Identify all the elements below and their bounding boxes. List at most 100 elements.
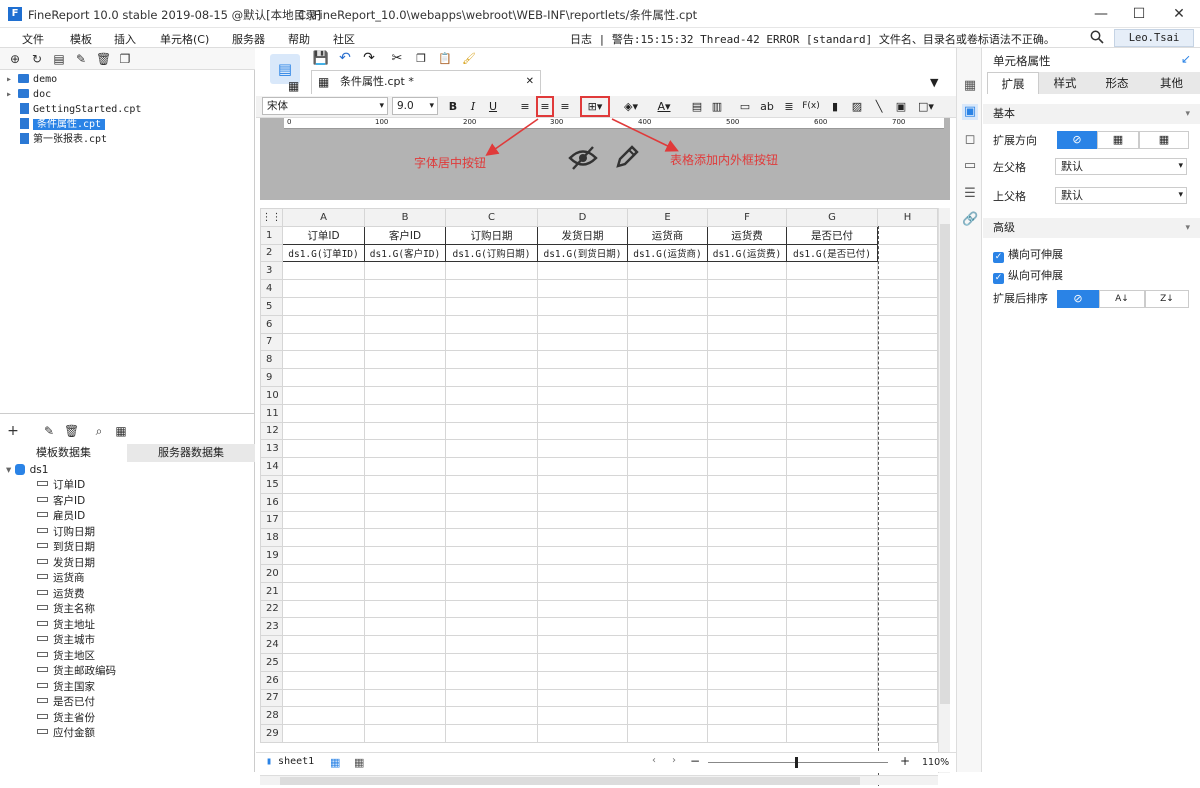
grid-cell[interactable] [877,403,938,423]
field-item[interactable]: 订单ID [37,478,237,494]
row-header[interactable]: 29 [260,724,283,743]
field-item[interactable]: 客户ID [37,494,237,510]
row-header[interactable]: 3 [260,261,283,281]
grid-cell[interactable] [282,724,365,743]
dataset-node[interactable]: ▾ ds1 [6,464,48,476]
edit-dataset-icon[interactable]: ✎ [42,424,56,438]
grid-cell[interactable] [537,261,628,281]
column-header[interactable]: C [445,208,538,227]
row-header[interactable]: 23 [260,617,283,637]
grid-cell[interactable] [445,724,538,743]
grid-cell[interactable] [877,528,938,548]
close-button[interactable]: ✕ [1164,4,1194,24]
grid-cell[interactable] [282,403,365,423]
column-header[interactable]: F [707,208,787,227]
grid-cell[interactable] [364,652,446,672]
row-header[interactable]: 27 [260,688,283,708]
report-block-icon[interactable]: ▦ [962,78,978,94]
tree-item-demo[interactable]: ▸ demo [6,72,246,87]
grid-cell[interactable] [707,581,787,601]
grid-cell[interactable] [364,724,446,743]
row-header[interactable]: 25 [260,652,283,672]
grid-cell[interactable] [364,546,446,565]
grid-cell[interactable] [786,724,878,743]
grid-cell[interactable] [627,350,708,370]
zoom-slider[interactable] [708,762,888,763]
grid-cell[interactable] [445,635,538,654]
grid-cell[interactable] [877,332,938,352]
sort-desc-button[interactable]: Z↓ [1145,290,1189,308]
grid-cell[interactable] [445,439,538,459]
grid-cell[interactable] [445,617,538,637]
grid-cell[interactable] [877,724,938,743]
grid-cell[interactable] [282,385,365,405]
row-header[interactable]: 28 [260,706,283,726]
grid-cell[interactable] [282,492,365,512]
column-header[interactable]: D [537,208,628,227]
paste-dataset-icon[interactable]: ▦ [114,424,128,438]
grid-cell[interactable] [627,279,708,298]
add-dataset-icon[interactable]: + [6,424,20,438]
grid-cell[interactable] [537,403,628,423]
grid-cell[interactable] [282,314,365,334]
grid-cell[interactable] [282,599,365,619]
grid-cell[interactable] [364,385,446,405]
grid-cell[interactable] [364,510,446,530]
grid-cell[interactable] [282,332,365,352]
menu-community[interactable]: 社区 [333,31,355,47]
grid-cell[interactable] [282,421,365,441]
grid-cell[interactable] [707,368,787,387]
sort-none-button[interactable]: ⊘ [1057,290,1099,308]
grid-cell[interactable] [282,617,365,637]
grid-cell[interactable] [707,350,787,370]
grid-cell[interactable] [364,350,446,370]
grid-cell[interactable] [364,670,446,690]
row-header[interactable]: 1 [260,225,283,245]
tree-item-doc[interactable]: ▸ doc [6,87,246,102]
tab-other[interactable]: 其他 [1143,72,1200,94]
grid-cell[interactable] [877,688,938,708]
grid-cell[interactable] [627,652,708,672]
collapse-panel-icon[interactable]: ↙ [1181,52,1191,66]
sheet-tab[interactable]: ▮ sheet1 [266,756,314,767]
grid-cell[interactable] [627,510,708,530]
grid-cell[interactable] [537,617,628,637]
grid-cell[interactable] [627,528,708,548]
grid-cell[interactable]: ds1.G(运货商) [627,243,708,263]
section-basic[interactable]: 基本 ▾ [983,104,1200,124]
delete-icon[interactable]: 🗑 [96,52,111,66]
grid-cell[interactable] [627,670,708,690]
grid-cell[interactable] [282,528,365,548]
field-item[interactable]: 是否已付 [37,695,237,711]
grid-cell[interactable] [445,296,538,316]
grid-cell[interactable] [786,599,878,619]
grid-cell[interactable] [627,688,708,708]
row-header[interactable]: 5 [260,296,283,316]
grid-cell[interactable] [627,492,708,512]
grid-cell[interactable] [537,635,628,654]
grid-cell[interactable] [627,635,708,654]
grid-cell[interactable] [364,403,446,423]
grid-cell[interactable] [282,510,365,530]
grid-cell[interactable] [282,652,365,672]
vertical-scrollbar[interactable] [938,208,950,773]
grid-cell[interactable] [537,279,628,298]
sheet-table[interactable]: ⋮⋮ A B C D E F G H 1 订单ID 客户ID 订购日期 发货日期 运货商 运货费 是否已付 2 ds… [260,208,939,743]
grid-cell[interactable] [282,296,365,316]
grid-cell[interactable] [537,706,628,726]
grid-cell[interactable] [786,457,878,476]
field-item[interactable]: 发货日期 [37,556,237,572]
grid-cell[interactable] [627,421,708,441]
row-header[interactable]: 19 [260,546,283,565]
left-parent-select[interactable]: 默认 ▾ [1055,158,1187,175]
grid-cell[interactable] [282,439,365,459]
row-header[interactable]: 15 [260,474,283,494]
row-header[interactable]: 7 [260,332,283,352]
grid-cell[interactable] [707,617,787,637]
grid-cell[interactable] [786,332,878,352]
widget-icon[interactable]: ◻ [962,132,978,148]
grid-cell[interactable] [282,457,365,476]
grid-cell[interactable] [537,474,628,494]
minimize-button[interactable]: — [1086,4,1116,24]
grid-cell[interactable] [364,599,446,619]
